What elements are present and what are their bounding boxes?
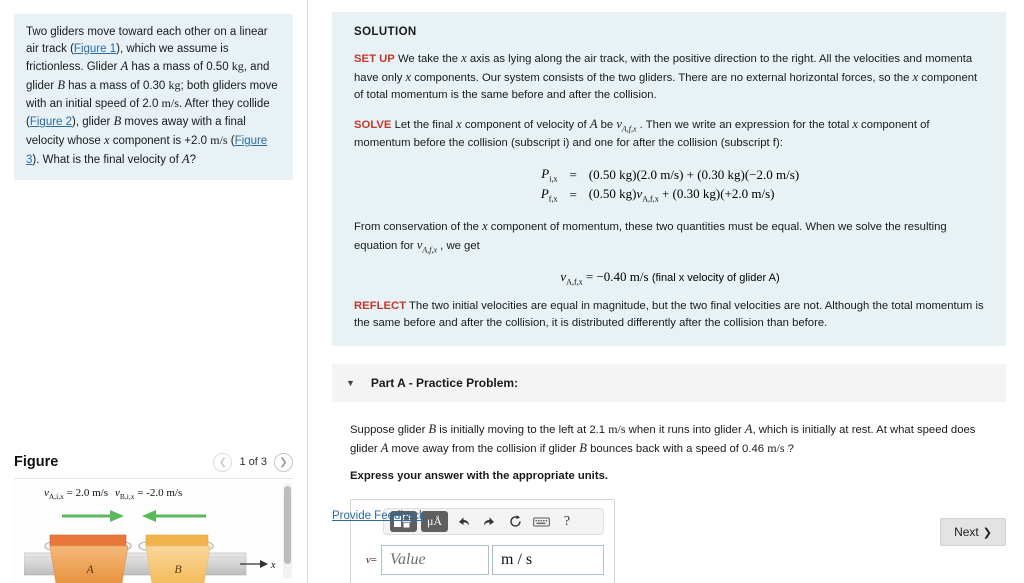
problem-unit-5: kg [231, 59, 244, 74]
glider-b-label: B [174, 562, 182, 576]
setup-math-3: x [405, 69, 412, 84]
velocity-label-b: vB,i,x = -2.0 m/s [115, 487, 182, 501]
question-unit-3: m/s [608, 422, 626, 437]
momentum-equations: Pi,x = (0.50 kg)(2.0 m/s) + (0.30 kg)(−2.0… [354, 165, 986, 204]
part-a-title: Part A - Practice Problem: [370, 376, 519, 391]
figure-title: Figure [14, 454, 59, 470]
solution-title: SOLUTION [354, 26, 417, 38]
chevron-right-icon[interactable]: ❯ [274, 452, 293, 472]
solve-math-1: x [456, 116, 462, 131]
left-panel: Two gliders move toward each other on a … [0, 0, 308, 583]
answer-variable-label: v= [361, 554, 381, 566]
setup-math-1: x [461, 51, 467, 65]
equation-row: Pf,x = (0.50 kg)vA,f,x + (0.30 kg)(+2.0 m/… [537, 185, 803, 205]
glider-a: A [44, 534, 132, 583]
chevron-left-icon[interactable]: ❮ [213, 452, 233, 472]
middle-math-1: x [482, 219, 488, 234]
answer-value-placeholder: Value [390, 551, 426, 569]
equation-equals: = [569, 186, 577, 202]
figure-scrollbar-thumb[interactable] [284, 486, 291, 564]
solve-math-3: A [589, 116, 598, 131]
velocity-a-subscript: A,i,x [48, 492, 64, 502]
right-panel: SOLUTION SET UP We take the x axis as ly… [308, 0, 1024, 583]
figure-body: vA,i,x = 2.0 m/s vB,i,x = -2.0 m/s x A B [14, 478, 293, 583]
problem-link-13[interactable]: Figure 2 [30, 116, 72, 128]
velocity-b-subscript: B,i,x [119, 492, 135, 502]
figure-pager: ❮ 1 of 3 ❯ [213, 452, 293, 472]
solution-box: SOLUTION SET UP We take the x axis as ly… [332, 12, 1006, 347]
next-label: Next [954, 525, 979, 539]
figure-canvas: vA,i,x = 2.0 m/s vB,i,x = -2.0 m/s x A B [14, 479, 293, 583]
problem-math-17: x [103, 133, 110, 148]
problem-link-1[interactable]: Figure 1 [74, 43, 116, 55]
equation-lhs: Pi,x [541, 166, 558, 184]
question-math-7: A [380, 441, 389, 456]
answer-row: v= Value m / s [361, 545, 604, 576]
problem-math-15: B [113, 114, 122, 129]
setup-math-5: x [912, 69, 919, 84]
velocity-b-value: = -2.0 m/s [137, 487, 183, 499]
equation-table: Pi,x = (0.50 kg)(2.0 m/s) + (0.30 kg)(−2.0… [537, 165, 803, 204]
answer-instruction: Express your answer with the appropriate… [350, 470, 609, 483]
part-a-body: Suppose glider B is initially moving to … [332, 402, 1006, 583]
figure-header: Figure ❮ 1 of 3 ❯ [0, 447, 307, 477]
solve-vsub-5: vA,f,x [616, 116, 637, 134]
glider-b: B [138, 534, 214, 583]
result-rhs: = −0.40 m/s [585, 268, 649, 284]
solution-setup-paragraph: SET UP We take the x axis as lying along… [354, 51, 978, 101]
solution-solve-paragraph: SOLVE Let the final x component of veloc… [354, 116, 930, 150]
result-equation: vA,f,x = −0.40 m/s (final x velocity of … [354, 269, 986, 287]
next-button[interactable]: Next ❯ [940, 518, 1006, 546]
problem-math-3: A [120, 59, 129, 74]
solve-keyword: SOLVE [354, 118, 392, 131]
result-note: (final x velocity of glider A) [651, 271, 780, 284]
figure-page-label: 1 of 3 [239, 456, 267, 468]
velocity-arrow-a [62, 510, 124, 522]
figure-velocity-labels: vA,i,x = 2.0 m/s vB,i,x = -2.0 m/s [44, 487, 189, 501]
velocity-a-value: = 2.0 m/s [66, 487, 108, 499]
solution-reflect-paragraph: REFLECT The two initial velocities are e… [354, 298, 986, 332]
problem-unit-19: m/s [210, 133, 228, 148]
air-track-illustration: x A B [24, 510, 276, 583]
axis-label-x: x [270, 560, 276, 571]
question-math-5: A [744, 422, 753, 437]
part-a-header[interactable]: ▼ Part A - Practice Problem: [332, 364, 1006, 403]
caret-down-icon[interactable]: ▼ [346, 378, 355, 388]
problem-unit-9: kg [168, 78, 181, 93]
answer-value-input[interactable]: Value [381, 545, 489, 576]
answer-unit-input[interactable]: m / s [492, 545, 604, 576]
equation-equals: = [569, 167, 577, 183]
problem-link-21[interactable]: Figure 3 [26, 135, 267, 166]
problem-math-7: B [57, 78, 65, 93]
question-math-1: B [428, 422, 437, 437]
solve-math-7: x [852, 116, 858, 131]
equals-sign: = [370, 554, 377, 567]
chevron-right-icon: ❯ [982, 527, 992, 539]
equation-row: Pi,x = (0.50 kg)(2.0 m/s) + (0.30 kg)(−2.0… [537, 165, 803, 185]
glider-a-label: A [85, 562, 94, 576]
problem-statement-box: Two gliders move toward each other on a … [14, 14, 293, 181]
velocity-label-a: vA,i,x = 2.0 m/s [44, 487, 108, 501]
figure-scrollbar[interactable] [283, 483, 292, 579]
answer-unit-text: m / s [501, 551, 533, 569]
problem-unit-11: m/s [161, 95, 179, 110]
reflect-keyword: REFLECT [354, 300, 407, 313]
page-root: Two gliders move toward each other on a … [0, 0, 1024, 583]
provide-feedback-link[interactable]: Provide Feedback [332, 510, 425, 522]
equation-lhs: Pf,x [540, 185, 558, 204]
practice-question-text: Suppose glider B is initially moving to … [350, 422, 976, 456]
result-subscript: A,f,x [566, 277, 583, 287]
question-unit-11: m/s [767, 441, 785, 456]
solution-middle-paragraph: From conservation of the x component of … [354, 219, 947, 255]
equation-rhs: (0.50 kg)vA,f,x + (0.30 kg)(+2.0 m/s) [588, 185, 775, 204]
middle-vsub-3: vA,f,x [416, 238, 438, 255]
velocity-arrow-b [142, 510, 206, 522]
reflect-text: The two initial velocities are equal in … [354, 300, 984, 330]
problem-statement-text: Two gliders move toward each other on a … [26, 26, 278, 166]
equation-rhs: (0.50 kg)(2.0 m/s) + (0.30 kg)(−2.0 m/s) [588, 167, 800, 183]
page-footer: Provide Feedback Next ❯ [332, 510, 1006, 546]
setup-keyword: SET UP [354, 53, 395, 65]
problem-math-23: A [181, 151, 190, 166]
question-math-9: B [579, 441, 587, 456]
